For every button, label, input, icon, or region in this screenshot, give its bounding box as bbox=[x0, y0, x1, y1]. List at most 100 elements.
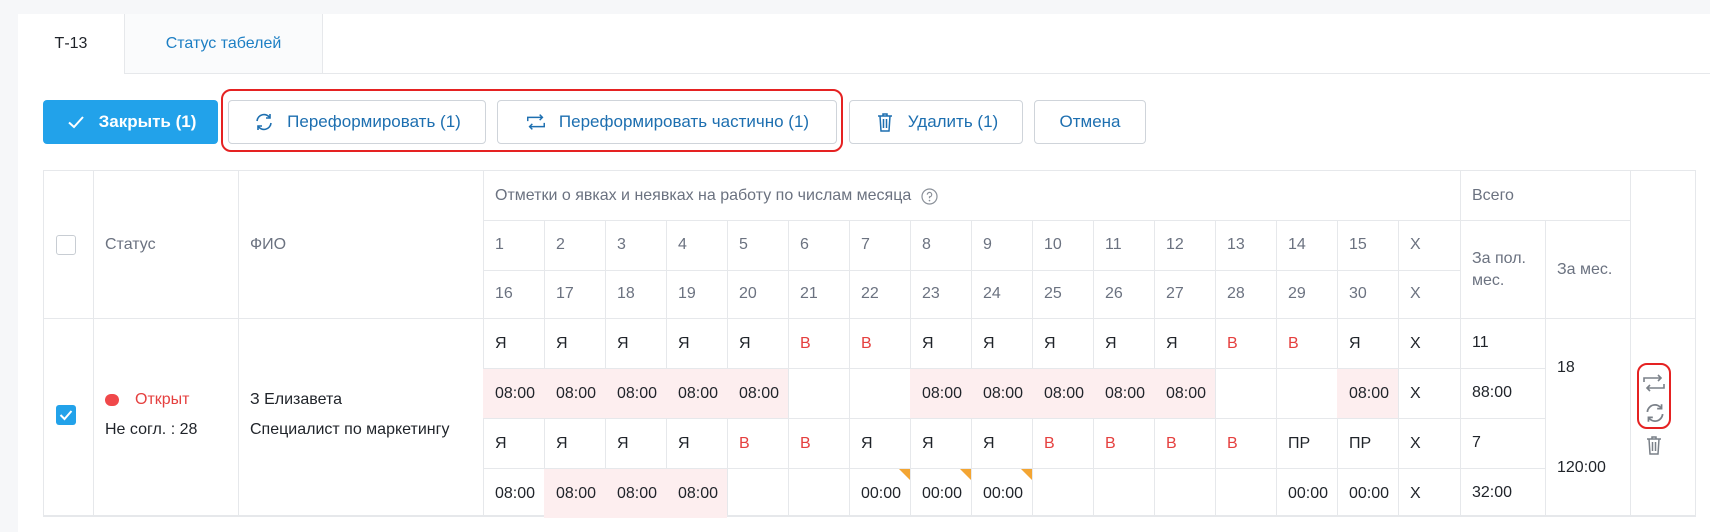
day-header-7: 7 bbox=[861, 236, 870, 253]
reform-button-label: Переформировать (1) bbox=[287, 112, 461, 131]
tab-timesheet-status[interactable]: Статус табелей bbox=[125, 14, 323, 74]
day-header-second-half-5: 20 bbox=[739, 285, 757, 302]
code-cell-13: В bbox=[1227, 334, 1238, 352]
month-header: За мес. bbox=[1557, 261, 1613, 278]
day-header-second-half-1: 16 bbox=[495, 285, 513, 302]
half2-hours: 32:00 bbox=[1472, 484, 1513, 501]
code-cell-second-half-13: В bbox=[1227, 434, 1238, 452]
help-icon[interactable] bbox=[921, 187, 938, 205]
hours-cell-second-half-2: 08:00 bbox=[544, 469, 605, 518]
code-cell-7: В bbox=[861, 334, 872, 352]
day-header-second-half-9: 24 bbox=[983, 285, 1001, 302]
hours-cell-4: 08:00 bbox=[666, 369, 727, 418]
hours-cell-second-half-1: 08:00 bbox=[495, 484, 536, 502]
hours-cell-14 bbox=[1276, 369, 1337, 418]
code-cell-second-half-10: В bbox=[1044, 434, 1055, 452]
code-cell-2: Я bbox=[556, 334, 568, 352]
day-header-9: 9 bbox=[983, 236, 992, 253]
grid-line bbox=[1630, 170, 1631, 516]
row-reform-icon[interactable] bbox=[1643, 401, 1667, 425]
hours-cell-second-half-11 bbox=[1093, 469, 1154, 518]
refresh-icon bbox=[253, 111, 275, 133]
code-cell-second-half-11: В bbox=[1105, 434, 1116, 452]
code-cell-3: Я bbox=[617, 334, 629, 352]
row-checkbox[interactable] bbox=[56, 405, 76, 425]
code-cell-9: Я bbox=[983, 334, 995, 352]
code-cell-8: Я bbox=[922, 334, 934, 352]
status-header: Статус bbox=[105, 236, 156, 253]
hours-cell-second-half-5 bbox=[727, 469, 788, 518]
day-header-second-half-11: 26 bbox=[1105, 285, 1123, 302]
hours-cell-second-half-13 bbox=[1215, 469, 1276, 518]
close-button[interactable]: Закрыть (1) bbox=[43, 100, 218, 144]
code-cell-second-half-9: Я bbox=[983, 434, 995, 452]
delete-button-label: Удалить (1) bbox=[907, 112, 999, 131]
total-header: Всего bbox=[1472, 187, 1514, 204]
reform-partial-button[interactable]: Переформировать частично (1) bbox=[497, 100, 837, 144]
close-button-label: Закрыть (1) bbox=[98, 112, 197, 131]
month-days: 18 bbox=[1557, 359, 1575, 376]
status-dot bbox=[105, 394, 119, 406]
hours-cell-second-half-15: 00:00 bbox=[1349, 484, 1390, 502]
hours-cell-16: Х bbox=[1410, 384, 1421, 402]
code-cell-second-half-16: Х bbox=[1410, 434, 1421, 452]
cancel-button-label: Отмена bbox=[1059, 112, 1121, 131]
code-cell-second-half-4: Я bbox=[678, 434, 690, 452]
day-header-5: 5 bbox=[739, 236, 748, 253]
delete-button[interactable]: Удалить (1) bbox=[849, 100, 1023, 144]
code-cell-6: В bbox=[800, 334, 811, 352]
marks-header-label: Отметки о явках и неявках на работу по ч… bbox=[495, 187, 912, 204]
hours-cell-10: 08:00 bbox=[1032, 369, 1093, 418]
select-all-checkbox[interactable] bbox=[56, 235, 76, 255]
code-cell-second-half-8: Я bbox=[922, 434, 934, 452]
day-header-second-half-13: 28 bbox=[1227, 285, 1245, 302]
hours-cell-second-half-16: Х bbox=[1410, 484, 1421, 502]
hours-cell-3: 08:00 bbox=[605, 369, 666, 418]
hours-cell-6 bbox=[788, 369, 849, 418]
status-text: Открыт bbox=[135, 391, 190, 408]
hours-cell-second-half-8: 00:00 bbox=[910, 469, 971, 518]
code-cell-second-half-12: В bbox=[1166, 434, 1177, 452]
tab-bar: Т-13 Статус табелей bbox=[18, 14, 1710, 74]
code-cell-second-half-7: Я bbox=[861, 434, 873, 452]
day-header-6: 6 bbox=[800, 236, 809, 253]
code-cell-16: Х bbox=[1410, 334, 1421, 352]
tab-t13[interactable]: Т-13 bbox=[18, 14, 125, 74]
half1-days: 11 bbox=[1472, 334, 1489, 351]
cancel-button[interactable]: Отмена bbox=[1034, 100, 1146, 144]
reform-partial-button-label: Переформировать частично (1) bbox=[558, 112, 810, 131]
tab-divider bbox=[323, 73, 1710, 74]
employee-position: Специалист по маркетингу bbox=[250, 421, 450, 438]
day-header-second-half-7: 22 bbox=[861, 285, 879, 302]
hours-cell-12: 08:00 bbox=[1154, 369, 1215, 418]
day-header-11: 11 bbox=[1105, 236, 1122, 253]
hours-cell-second-half-3: 08:00 bbox=[605, 469, 666, 518]
code-cell-second-half-3: Я bbox=[617, 434, 629, 452]
day-header-second-half-10: 25 bbox=[1044, 285, 1062, 302]
hours-cell-second-half-10 bbox=[1032, 469, 1093, 518]
hours-cell-2: 08:00 bbox=[544, 369, 605, 418]
hours-cell-second-half-4: 08:00 bbox=[666, 469, 727, 518]
day-header-second-half-16: Х bbox=[1410, 285, 1421, 302]
row-delete-icon[interactable] bbox=[1644, 434, 1664, 456]
approval-text: Не согл. : 28 bbox=[105, 421, 198, 438]
code-cell-12: Я bbox=[1166, 334, 1178, 352]
half1-hours: 88:00 bbox=[1472, 384, 1513, 401]
day-header-second-half-6: 21 bbox=[800, 285, 818, 302]
status-cell: Открыт bbox=[93, 385, 238, 415]
day-header-second-half-4: 19 bbox=[678, 285, 696, 302]
row-reform-partial-icon[interactable] bbox=[1641, 372, 1667, 394]
hours-cell-5: 08:00 bbox=[727, 369, 788, 418]
day-header-8: 8 bbox=[922, 236, 931, 253]
hours-cell-13 bbox=[1215, 369, 1276, 418]
code-cell-second-half-5: В bbox=[739, 434, 750, 452]
code-cell-5: Я bbox=[739, 334, 751, 352]
day-header-second-half-15: 30 bbox=[1349, 285, 1367, 302]
employee-name: З Елизавета bbox=[250, 391, 343, 408]
reform-button[interactable]: Переформировать (1) bbox=[228, 100, 486, 144]
hours-cell-9: 08:00 bbox=[971, 369, 1032, 418]
code-cell-14: В bbox=[1288, 334, 1299, 352]
trash-icon bbox=[874, 111, 896, 133]
day-header-12: 12 bbox=[1166, 236, 1184, 253]
day-header-2: 2 bbox=[556, 236, 565, 253]
